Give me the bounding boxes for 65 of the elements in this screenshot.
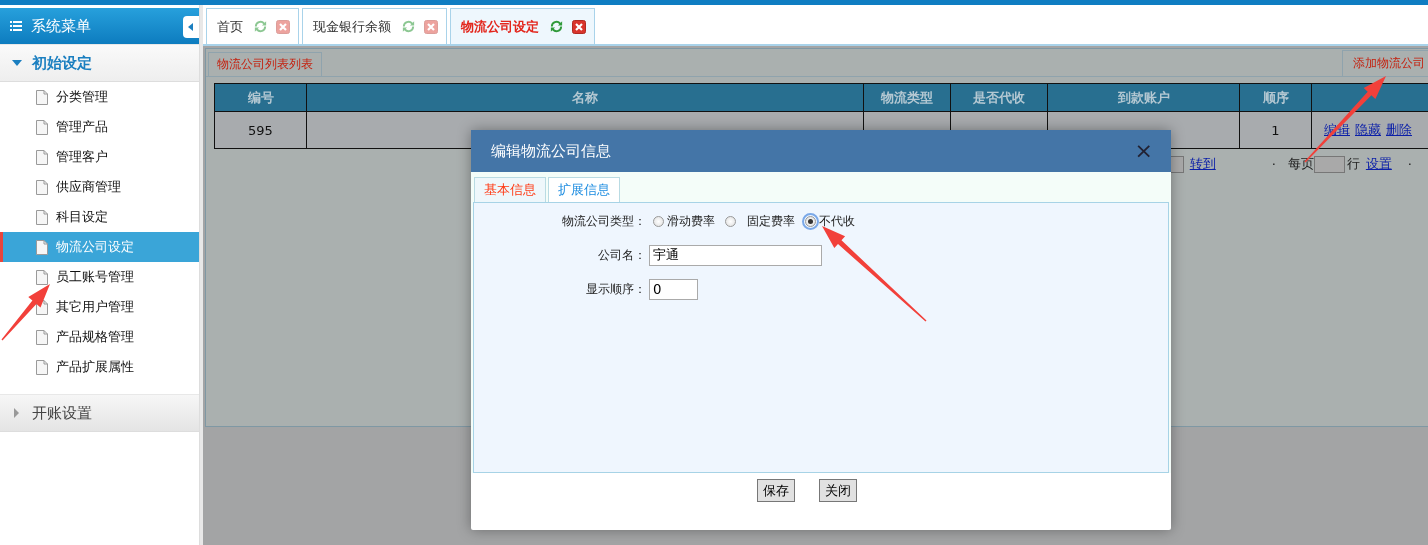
field-label: 公司名： (597, 246, 646, 264)
radio-label: 不代收 (819, 212, 855, 230)
menu-group[interactable]: 开账设置 (0, 394, 199, 432)
annotation-arrow (1, 284, 50, 341)
menu-item[interactable]: 员工账号管理 (0, 262, 199, 292)
refresh-icon[interactable] (253, 19, 268, 34)
document-icon (36, 149, 48, 165)
menu-item[interactable]: 科目设定 (0, 202, 199, 232)
dialog-title: 编辑物流公司信息 (491, 141, 611, 161)
caret-icon (12, 58, 22, 68)
radio-button[interactable] (805, 215, 816, 227)
radio-label: 固定费率 (747, 212, 795, 230)
caret-icon (12, 408, 22, 418)
menu-item[interactable]: 管理产品 (0, 112, 199, 142)
collapse-button[interactable] (183, 16, 199, 38)
document-icon (36, 119, 48, 135)
goto-link[interactable]: 转到 (1189, 155, 1216, 173)
action-link[interactable]: 隐藏 (1355, 121, 1381, 139)
document-icon (36, 239, 48, 255)
dialog-button[interactable]: 保存 (757, 479, 795, 502)
document-icon (36, 359, 48, 375)
caret-icon (188, 23, 194, 31)
table-cell: 1 (1240, 112, 1312, 149)
radio-label: 滑动费率 (667, 212, 715, 230)
column-header: 物流类型 (864, 84, 951, 112)
rows-label: 行 (1346, 155, 1360, 173)
menu-group[interactable]: 初始设定 (0, 44, 199, 82)
per-page-label: 每页 (1287, 155, 1314, 173)
column-header: 顺序 (1240, 84, 1312, 112)
radio-button[interactable] (725, 215, 736, 227)
radio-button[interactable] (653, 215, 664, 227)
separator-dot: · (1271, 156, 1276, 172)
action-link[interactable]: 删除 (1386, 121, 1412, 139)
column-header: 名称 (307, 84, 864, 112)
dialog-button[interactable]: 关闭 (819, 479, 857, 502)
field-label: 显示顺序： (585, 280, 646, 298)
dialog-tab[interactable]: 扩展信息 (548, 177, 620, 202)
menu-item[interactable]: 供应商管理 (0, 172, 199, 202)
column-header: 编号 (215, 84, 307, 112)
page-size-field[interactable] (1313, 155, 1345, 173)
table-cell: 595 (215, 112, 307, 149)
text-field[interactable]: 0 (649, 278, 698, 300)
column-header: 到款账户 (1048, 84, 1240, 112)
separator-dot: · (1407, 156, 1412, 172)
menu-item[interactable]: 产品规格管理 (0, 322, 199, 352)
list-icon (10, 20, 22, 32)
refresh-icon[interactable] (549, 19, 564, 34)
document-icon (36, 329, 48, 345)
page-tab[interactable]: 现金银行余额 (302, 8, 447, 44)
menu-item[interactable]: 管理客户 (0, 142, 199, 172)
close-icon[interactable] (572, 19, 586, 34)
document-icon (36, 209, 48, 225)
page-tab[interactable]: 首页 (206, 8, 299, 44)
column-header: 是否代收 (951, 84, 1048, 112)
apply-link[interactable]: 设置 (1365, 155, 1392, 173)
document-icon (36, 89, 48, 105)
field-label: 物流公司类型： (561, 212, 646, 230)
document-icon (36, 269, 48, 285)
menu-item[interactable]: 产品扩展属性 (0, 352, 199, 382)
text-field[interactable]: 宇通 (649, 244, 822, 266)
refresh-icon[interactable] (401, 19, 416, 34)
document-icon (36, 179, 48, 195)
menu-item[interactable]: 分类管理 (0, 82, 199, 112)
sidebar-title: 系统菜单 (31, 16, 91, 36)
page-tab[interactable]: 物流公司设定 (450, 8, 595, 44)
